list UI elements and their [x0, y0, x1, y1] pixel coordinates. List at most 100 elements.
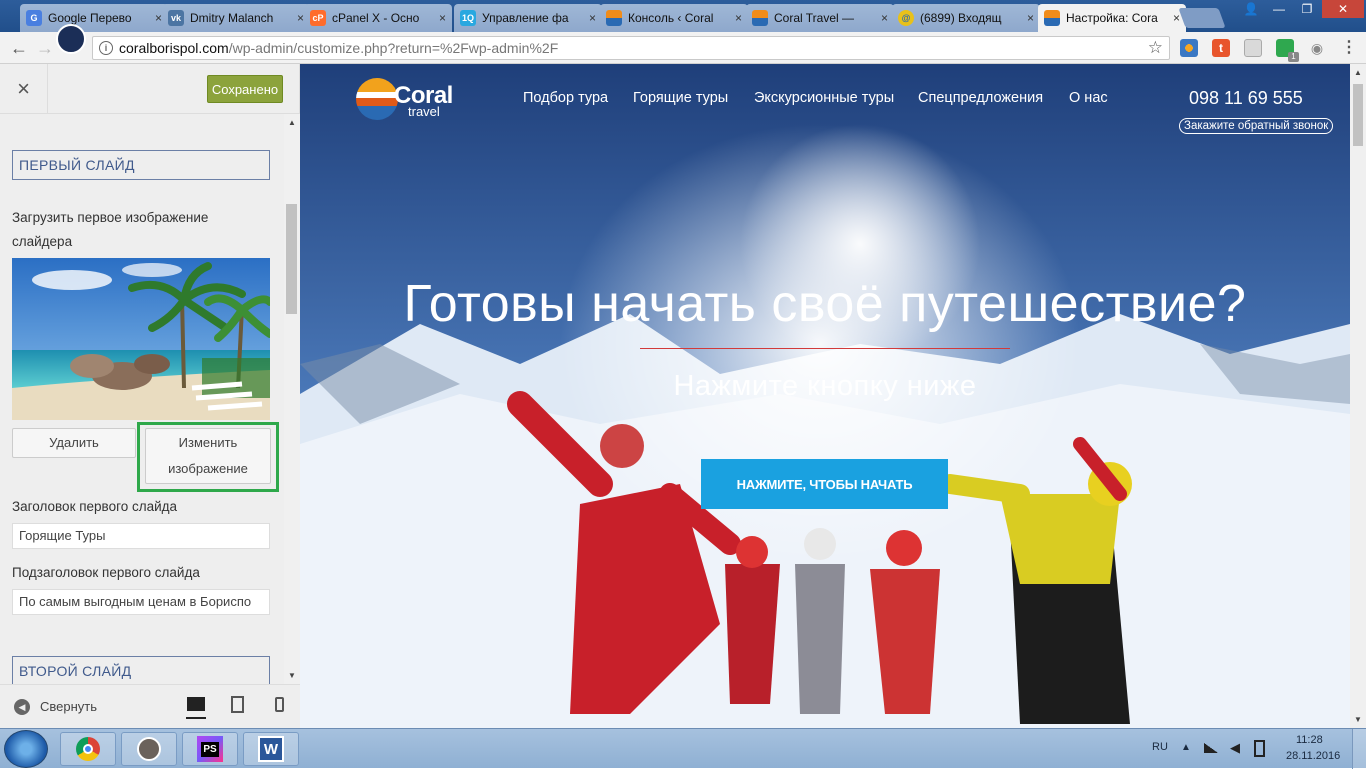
tab-title: Dmitry Malanch	[190, 11, 274, 25]
mail-icon: @	[898, 10, 914, 26]
close-tab-icon[interactable]: ×	[439, 11, 446, 25]
change-image-button[interactable]: Изменить изображение	[145, 428, 271, 484]
preview-scrollbar[interactable]: ▲ ▼	[1350, 64, 1366, 728]
show-hidden-icons-icon[interactable]: ▲	[1181, 742, 1191, 753]
desktop-preview-icon[interactable]	[187, 697, 205, 711]
extension-badge: 1	[1288, 52, 1299, 62]
scroll-up-icon[interactable]: ▲	[288, 118, 296, 127]
user-profile-icon[interactable]: 👤	[1238, 0, 1264, 18]
tab-title: cPanel X - Осно	[332, 11, 420, 25]
close-tab-icon[interactable]: ×	[881, 11, 888, 25]
menu-icon[interactable]: ⋮	[1340, 39, 1358, 57]
nav-link-tour-search[interactable]: Подбор тура	[523, 90, 608, 106]
close-tab-icon[interactable]: ×	[1173, 11, 1180, 25]
scroll-down-icon[interactable]: ▼	[288, 671, 296, 680]
browser-tab[interactable]: cP cPanel X - Осно ×	[304, 4, 452, 32]
coral-favicon-icon	[752, 10, 768, 26]
remove-image-button[interactable]: Удалить	[12, 428, 136, 458]
callback-button[interactable]: Закажите обратный звонок	[1179, 118, 1334, 134]
collapse-label[interactable]: Свернуть	[40, 699, 97, 714]
customizer-header: × Сохранено	[0, 64, 299, 114]
scroll-down-icon[interactable]: ▼	[1354, 715, 1362, 724]
close-customizer-icon[interactable]: ×	[0, 64, 48, 114]
word-taskbar-icon[interactable]: W	[243, 732, 299, 766]
clock-time[interactable]: 11:28	[1296, 734, 1323, 746]
coral-favicon-icon	[606, 10, 622, 26]
nav-link-special-offers[interactable]: Спецпредложения	[918, 90, 1043, 106]
section-second-slide[interactable]: ВТОРОЙ СЛАЙД	[12, 656, 270, 684]
language-indicator[interactable]: RU	[1152, 741, 1168, 753]
scrollbar-thumb[interactable]	[286, 204, 297, 314]
address-bar[interactable]: i coralborispol.com /wp-admin/customize.…	[92, 36, 1170, 60]
extension-image-icon[interactable]	[1244, 39, 1262, 57]
cpanel-icon: cP	[310, 10, 326, 26]
forward-arrow-icon[interactable]: →	[36, 38, 54, 59]
desktop-preview-active-indicator	[186, 717, 206, 719]
browser-tab-active[interactable]: Настройка: Cora ×	[1038, 4, 1186, 32]
browser-tab-strip: G Google Перево × vk Dmitry Malanch × cP…	[0, 0, 1366, 32]
file-manager-icon: 1Q	[460, 10, 476, 26]
panel-scrollbar[interactable]: ▲ ▼	[284, 114, 300, 684]
chrome-taskbar-icon[interactable]	[60, 732, 116, 766]
phone-number[interactable]: 098 11 69 555	[1189, 88, 1303, 109]
scroll-up-icon[interactable]: ▲	[1354, 68, 1362, 77]
nav-link-excursions[interactable]: Экскурсионные туры	[754, 90, 894, 106]
coral-logo-icon[interactable]	[356, 78, 398, 120]
saved-button[interactable]: Сохранено	[207, 75, 283, 103]
extension-t-icon[interactable]: t	[1212, 39, 1230, 57]
site-info-icon[interactable]: i	[99, 41, 113, 55]
customizer-footer: ◀ Свернуть	[0, 684, 300, 728]
tab-title: Настройка: Cora	[1066, 11, 1158, 25]
bookmark-star-icon[interactable]: ☆	[1148, 38, 1163, 58]
start-button-icon[interactable]	[4, 730, 48, 768]
clock-date[interactable]: 28.11.2016	[1286, 750, 1340, 762]
extension-eye-icon[interactable]: ◉	[1308, 39, 1326, 57]
close-tab-icon[interactable]: ×	[297, 11, 304, 25]
vk-icon: vk	[168, 10, 184, 26]
close-tab-icon[interactable]: ×	[1027, 11, 1034, 25]
phpstorm-taskbar-icon[interactable]: PS	[182, 732, 238, 766]
tab-title: (6899) Входящ	[920, 11, 1002, 25]
collapse-arrow-icon[interactable]: ◀	[14, 699, 30, 715]
new-tab-button[interactable]	[1178, 8, 1226, 28]
tablet-preview-icon[interactable]	[231, 696, 244, 713]
windows-taskbar: PS W RU ▲ ◀ 11:28 28.11.2016	[0, 728, 1366, 769]
minimize-button[interactable]: —	[1266, 0, 1292, 18]
heading-input[interactable]: Горящие Туры	[12, 523, 270, 549]
section-first-slide[interactable]: ПЕРВЫЙ СЛАЙД	[12, 150, 270, 180]
back-arrow-icon[interactable]: ←	[10, 38, 28, 59]
show-desktop-button[interactable]	[1352, 729, 1366, 769]
volume-icon[interactable]: ◀	[1230, 740, 1240, 756]
customizer-panel: × Сохранено ПЕРВЫЙ СЛАЙД Загрузить перво…	[0, 64, 300, 728]
nav-link-hot-tours[interactable]: Горящие туры	[633, 90, 728, 106]
site-preview: Coral travel Подбор тура Горящие туры Эк…	[300, 64, 1350, 728]
network-signal-icon[interactable]	[1204, 743, 1218, 753]
close-tab-icon[interactable]: ×	[589, 11, 596, 25]
browser-tab[interactable]: 1Q Управление фа ×	[454, 4, 602, 32]
logo-subtext: travel	[408, 104, 440, 119]
extension-paw-icon[interactable]	[1180, 39, 1198, 57]
browser-tab[interactable]: @ (6899) Входящ ×	[892, 4, 1040, 32]
browser-tab[interactable]: Coral Travel — ×	[746, 4, 894, 32]
subheading-input[interactable]: По самым выгодным ценам в Бориспо	[12, 589, 270, 615]
mobile-preview-icon[interactable]	[275, 697, 284, 712]
nav-link-about[interactable]: О нас	[1069, 90, 1108, 106]
scrollbar-thumb[interactable]	[1353, 84, 1363, 146]
close-window-button[interactable]: ✕	[1322, 0, 1364, 18]
close-tab-icon[interactable]: ×	[735, 11, 742, 25]
battery-icon[interactable]	[1254, 740, 1265, 757]
hero-divider	[640, 348, 1010, 349]
browser-tab[interactable]: G Google Перево ×	[20, 4, 168, 32]
customizer-controls: ПЕРВЫЙ СЛАЙД Загрузить первое изображени…	[0, 114, 284, 684]
cta-button[interactable]: НАЖМИТЕ, ЧТОБЫ НАЧАТЬ	[701, 459, 948, 509]
restore-button[interactable]: ❐	[1294, 0, 1320, 18]
gimp-taskbar-icon[interactable]	[121, 732, 177, 766]
browser-tab[interactable]: vk Dmitry Malanch ×	[162, 4, 310, 32]
tab-title: Coral Travel —	[774, 11, 855, 25]
close-tab-icon[interactable]: ×	[155, 11, 162, 25]
hero-title: Готовы начать своё путешествие?	[403, 275, 1247, 333]
browser-tab[interactable]: Консоль ‹ Coral ×	[600, 4, 748, 32]
hero-subtitle: Нажмите кнопку ниже	[673, 370, 977, 402]
heading-field-label: Заголовок первого слайда	[12, 499, 178, 514]
upload-image-label: Загрузить первое изображение слайдера	[12, 210, 209, 249]
